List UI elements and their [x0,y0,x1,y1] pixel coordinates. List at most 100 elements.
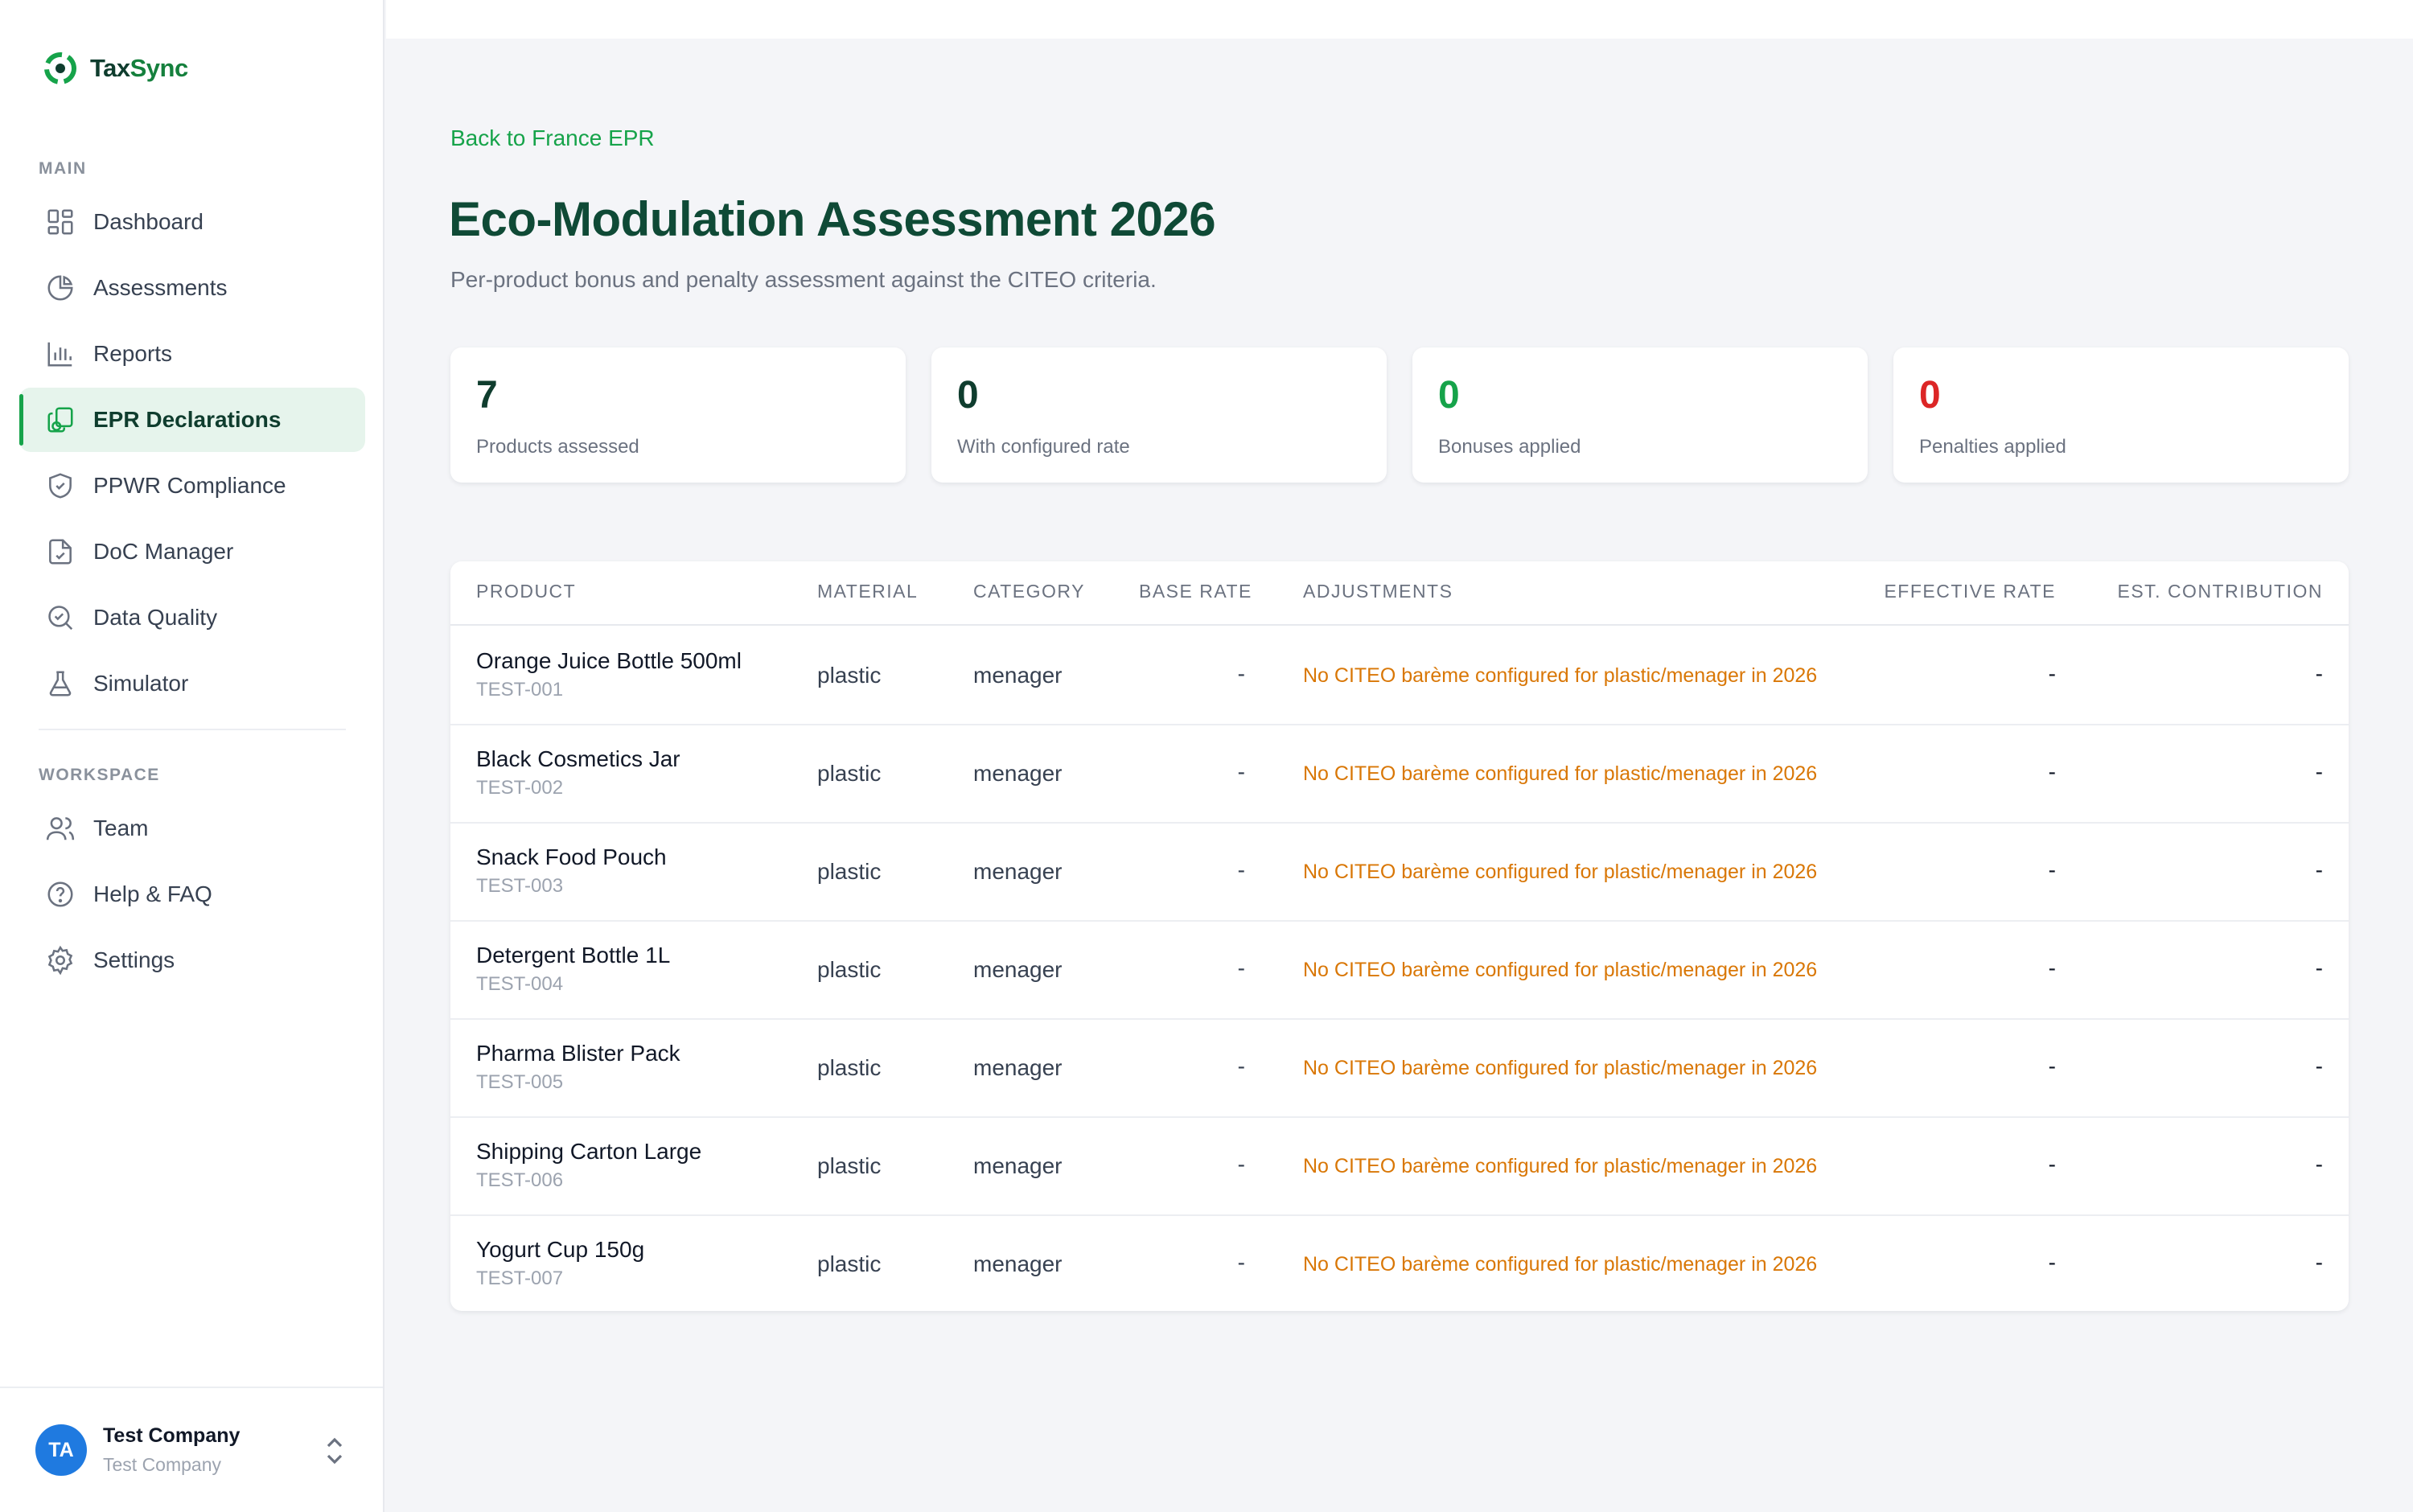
material-cell: plastic [817,859,882,884]
stat-card-bonuses-applied: 0 Bonuses applied [1412,347,1868,483]
grid-icon [47,209,73,235]
category-cell: menager [973,1055,1063,1080]
product-name: Detergent Bottle 1L [476,943,671,968]
material-cell: plastic [817,957,882,982]
category-cell: menager [973,663,1063,688]
sidebar-item-simulator[interactable]: Simulator [19,651,365,716]
column-header-base-rate[interactable]: BASE RATE [1139,581,1252,602]
taxsync-logo-icon [44,52,76,84]
chevron-up-down-icon [327,1437,343,1465]
adjustment-warning: No CITEO barème configured for plastic/m… [1303,1155,1818,1177]
column-header-est-contribution[interactable]: EST. CONTRIBUTION [2117,581,2323,602]
top-bar [386,0,2413,39]
table-row[interactable]: Black Cosmetics Jar TEST-002 plastic menage… [450,725,2349,824]
material-cell: plastic [817,1153,882,1178]
sidebar-item-label: DoC Manager [93,539,234,564]
sidebar-item-settings[interactable]: Settings [19,928,365,992]
sidebar-item-doc-manager[interactable]: DoC Manager [19,520,365,584]
product-sku: TEST-004 [476,973,564,995]
stat-card-penalties-applied: 0 Penalties applied [1893,347,2349,483]
product-sku: TEST-005 [476,1071,564,1093]
column-header-product[interactable]: PRODUCT [476,581,576,602]
column-header-effective-rate[interactable]: EFFECTIVE RATE [1884,581,2056,602]
flask-icon [49,671,72,696]
product-name: Shipping Carton Large [476,1139,702,1164]
category-cell: menager [973,761,1063,786]
table-row[interactable]: Detergent Bottle 1L TEST-004 plastic menage… [450,922,2349,1020]
sidebar-item-epr-declarations[interactable]: EPR Declarations [19,388,365,452]
brand-name: TaxSync [90,54,188,82]
base-rate-cell: - [1237,1250,1245,1275]
stat-label: Bonuses applied [1438,436,1581,458]
table-row[interactable]: Pharma Blister Pack TEST-005 plastic menage… [450,1020,2349,1118]
sidebar-item-label: Reports [93,341,173,366]
stat-card-products-assessed: 7 Products assessed [450,347,906,483]
sidebar-item-dashboard[interactable]: Dashboard [19,190,365,254]
product-sku: TEST-001 [476,679,564,701]
gear-icon [47,945,73,976]
stat-value: 0 [1438,374,1460,417]
adjustment-warning: No CITEO barème configured for plastic/m… [1303,664,1818,687]
category-cell: menager [973,859,1063,884]
est-contribution-cell: - [2315,857,2323,882]
sidebar-item-label: Assessments [93,275,228,300]
stat-label: With configured rate [957,436,1130,458]
category-cell: menager [973,1153,1063,1178]
effective-rate-cell: - [2048,857,2056,882]
est-contribution-cell: - [2315,1250,2323,1275]
product-sku: TEST-006 [476,1169,564,1191]
back-to-france-epr-link[interactable]: Back to France EPR [450,125,655,151]
account-switcher[interactable]: TA Test Company Test Company [0,1387,383,1512]
sidebar-item-reports[interactable]: Reports [19,322,365,386]
material-cell: plastic [817,663,882,688]
effective-rate-cell: - [2048,759,2056,784]
user-organization: Test Company [103,1454,222,1475]
table-row[interactable]: Yogurt Cup 150g TEST-007 plastic menager - No… [450,1216,2349,1311]
stat-value: 0 [1919,374,1941,417]
search-check-icon [48,606,73,631]
stat-card-configured-rate: 0 With configured rate [931,347,1387,483]
sidebar-item-label: Team [93,816,149,840]
stat-label: Products assessed [476,436,639,458]
column-header-category[interactable]: CATEGORY [973,581,1085,602]
sidebar-item-help-faq[interactable]: Help & FAQ [19,862,365,927]
pie-chart-icon [47,275,73,301]
sidebar-item-label: Settings [93,947,175,972]
sidebar-item-team[interactable]: Team [19,796,365,861]
sidebar-item-data-quality[interactable]: Data Quality [19,585,365,650]
table-row[interactable]: Orange Juice Bottle 500ml TEST-001 plastic… [450,627,2349,725]
material-cell: plastic [817,1055,882,1080]
base-rate-cell: - [1237,1152,1245,1177]
table-row[interactable]: Shipping Carton Large TEST-006 plastic mena… [450,1118,2349,1216]
file-check-icon [49,539,72,565]
sidebar-item-assessments[interactable]: Assessments [19,256,365,320]
shield-check-icon [49,473,72,499]
table-row[interactable]: Snack Food Pouch TEST-003 plastic menager - N… [450,824,2349,922]
product-name: Pharma Blister Pack [476,1041,680,1066]
adjustment-warning: No CITEO barème configured for plastic/m… [1303,959,1818,981]
category-cell: menager [973,957,1063,982]
effective-rate-cell: - [2048,1054,2056,1079]
sidebar-item-ppwr-compliance[interactable]: PPWR Compliance [19,454,365,518]
documents-icon [47,407,73,433]
sidebar: TaxSync MAIN Dashboard Assessments Repor… [0,0,384,1512]
product-name: Black Cosmetics Jar [476,746,680,771]
column-header-material[interactable]: MATERIAL [817,581,918,602]
est-contribution-cell: - [2315,1054,2323,1079]
category-cell: menager [973,1251,1063,1276]
brand-logo[interactable]: TaxSync [42,50,188,87]
effective-rate-cell: - [2048,661,2056,686]
product-sku: TEST-007 [476,1268,564,1289]
base-rate-cell: - [1237,857,1245,882]
help-circle-icon [47,881,73,907]
est-contribution-cell: - [2315,955,2323,980]
column-header-adjustments[interactable]: ADJUSTMENTS [1303,581,1453,602]
effective-rate-cell: - [2048,1152,2056,1177]
user-name: Test Company [103,1424,240,1447]
adjustment-warning: No CITEO barème configured for plastic/m… [1303,1057,1818,1079]
product-sku: TEST-003 [476,875,564,897]
est-contribution-cell: - [2315,759,2323,784]
base-rate-cell: - [1237,955,1245,980]
effective-rate-cell: - [2048,955,2056,980]
workspace-section-label: WORKSPACE [39,766,160,784]
